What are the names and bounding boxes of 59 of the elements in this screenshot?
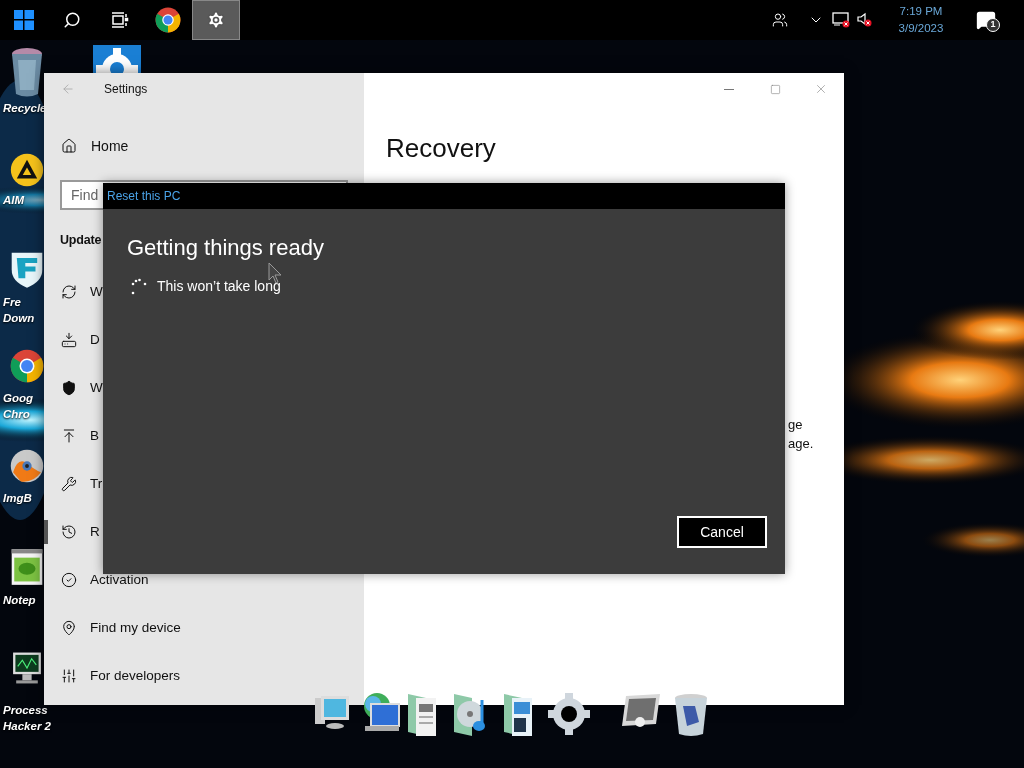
section-heading: Update — [60, 232, 102, 249]
nav-link[interactable]: W — [90, 377, 103, 398]
check-circle-icon — [61, 571, 77, 588]
dialog-title: Reset this PC — [107, 188, 181, 205]
body-text: ge — [788, 416, 804, 434]
chrome-icon — [155, 7, 181, 33]
gear-icon — [548, 692, 590, 736]
desktop-icon-label: Hacker 2 — [2, 719, 51, 734]
nav-link[interactable]: W — [90, 281, 103, 302]
desktop-icon-label: Down — [2, 311, 35, 326]
people-icon[interactable] — [772, 12, 788, 28]
document-folder-icon — [406, 692, 438, 738]
bin-icon — [10, 46, 44, 98]
nav-link[interactable]: Home — [91, 135, 129, 157]
body-text: age. — [788, 435, 814, 453]
taskbar-button[interactable] — [192, 0, 240, 40]
sliders-icon — [61, 667, 77, 684]
close-icon — [814, 82, 828, 96]
page-title: Recovery — [386, 132, 497, 165]
nav-link[interactable]: R — [90, 521, 100, 542]
nav-link[interactable]: Tr — [90, 473, 103, 494]
minimize-icon — [724, 88, 734, 90]
dialog-heading: Getting things ready — [127, 234, 325, 262]
nav-link[interactable]: For developers — [90, 665, 181, 686]
network-error-icon[interactable] — [832, 12, 850, 28]
spinner-icon — [130, 277, 148, 296]
windows-logo-icon — [14, 10, 34, 30]
status-text: This won’t take long — [157, 277, 281, 296]
pin-icon — [61, 619, 77, 636]
wrench-icon — [61, 475, 77, 492]
home-icon — [61, 138, 77, 154]
shield-icon — [61, 379, 77, 396]
cancel-button[interactable]: Cancel — [677, 516, 767, 548]
desktop-icon-label: Fre — [2, 295, 22, 310]
notification-count: 1 — [986, 18, 1000, 32]
pictures-folder-icon — [502, 692, 534, 738]
search-icon — [63, 11, 81, 29]
nav-link[interactable]: Find my device — [90, 617, 181, 638]
nav-link[interactable]: D — [90, 329, 100, 350]
clock-date: 3/9/2023 — [898, 21, 944, 36]
task-view-icon — [111, 12, 129, 28]
desktop-icon-label: Process — [2, 703, 49, 718]
desktop-icon-label: Notep — [2, 593, 36, 608]
window-title: Settings — [104, 81, 148, 98]
clock-time: 7:19 PM — [899, 4, 943, 19]
tray-icon — [61, 331, 77, 348]
desktop-icon-label: Goog — [2, 391, 34, 406]
desktop-icon-label: AIM — [2, 193, 25, 208]
sync-icon — [61, 283, 77, 300]
bin-icon — [673, 692, 709, 738]
desktop-icon-label: ImgB — [2, 491, 32, 506]
maximize-icon — [769, 83, 781, 95]
speaker-muted-icon[interactable] — [856, 12, 872, 28]
desktop-icon-label: Chro — [2, 407, 31, 422]
settings-icon — [206, 10, 226, 30]
upload-icon — [61, 427, 77, 444]
nav-link[interactable]: Activation — [90, 569, 149, 590]
nav-link[interactable]: B — [90, 425, 99, 446]
history-icon — [61, 523, 77, 540]
